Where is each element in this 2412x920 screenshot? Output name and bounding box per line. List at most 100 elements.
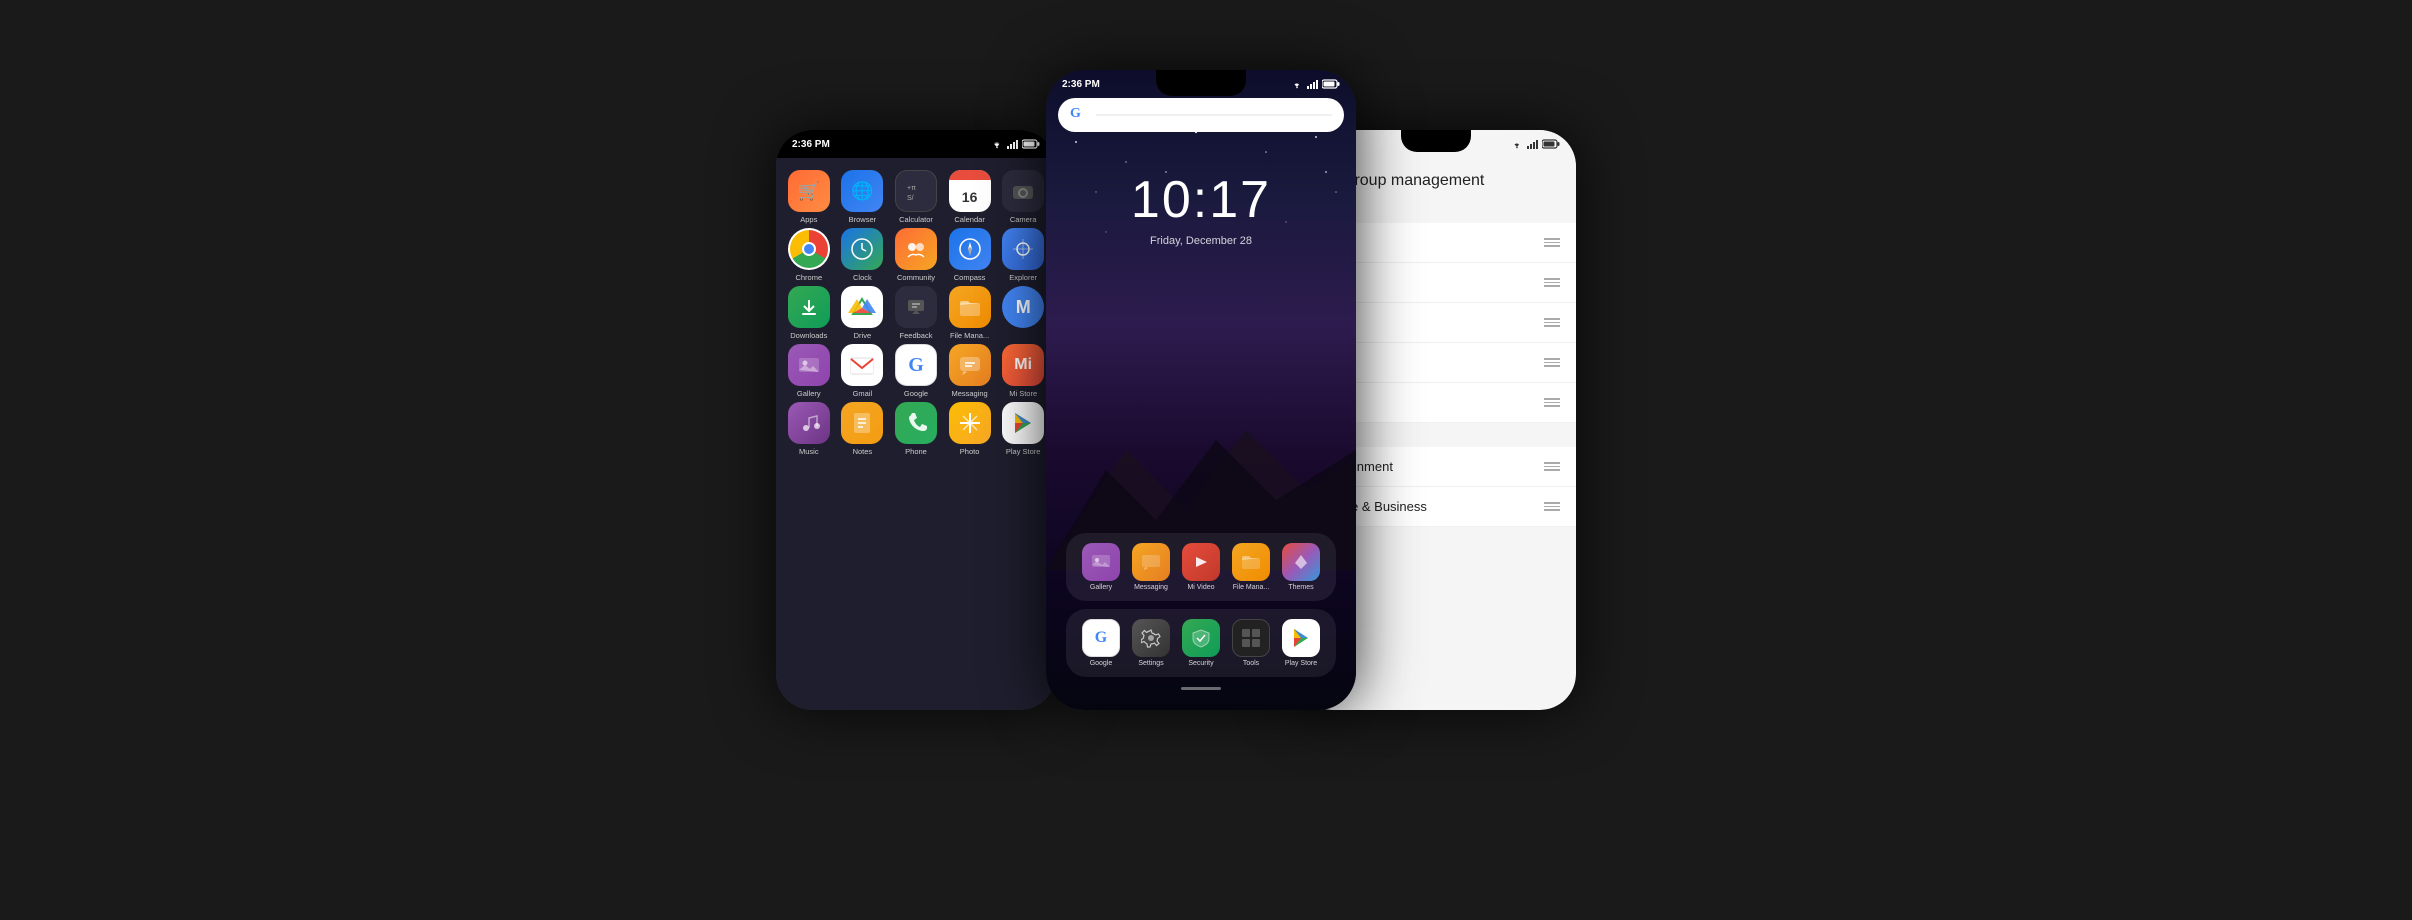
battery-icon-right [1542,139,1560,149]
app-label-phone: Phone [905,447,927,456]
lockscreen-dock: Gallery Messaging [1046,533,1356,690]
app-icon-clock [841,228,883,270]
app-item[interactable]: Music [784,402,834,456]
app-item[interactable]: 16 Calendar [945,170,995,224]
status-time-left: 2:36 PM [792,139,830,150]
dock-label-fileman: File Mana... [1233,584,1270,591]
app-label-downloads: Downloads [790,331,827,340]
app-label-gmail: Gmail [853,389,873,398]
battery-icon [1022,139,1040,149]
battery-icon-center [1322,79,1340,89]
signal-icon-right [1527,139,1539,149]
app-item[interactable]: M [998,286,1048,340]
app-icon-apps: 🛒 [788,170,830,212]
drag-handle-movie[interactable] [1544,358,1560,367]
wifi-icon-center [1290,79,1304,89]
dock-label-settings: Settings [1138,660,1163,667]
app-item[interactable]: 🛒 Apps [784,170,834,224]
app-item[interactable]: G Google [891,344,941,398]
app-label-music: Music [799,447,819,456]
app-item[interactable]: Messaging [945,344,995,398]
drag-handle-map[interactable] [1544,318,1560,327]
app-item[interactable]: Mi Mi Store [998,344,1048,398]
settings-title: Group management [1342,172,1484,190]
app-item[interactable]: Feedback [891,286,941,340]
app-icon-phone [895,402,937,444]
dock-tools[interactable]: Tools [1232,619,1270,667]
drag-handle-finance[interactable] [1544,502,1560,511]
phone-left: 2:36 PM [776,130,1056,710]
app-icon-drive [841,286,883,328]
dock-playstore[interactable]: Play Store [1282,619,1320,667]
app-label-gallery: Gallery [797,389,821,398]
app-label-drive: Drive [854,331,872,340]
app-icon-feedback [895,286,937,328]
app-label-playstore: Play Store [1006,447,1041,456]
dock-messaging[interactable]: Messaging [1132,543,1170,591]
app-icon-downloads [788,286,830,328]
search-bar-placeholder [1096,114,1332,116]
dock-label-security: Security [1188,660,1213,667]
dock-mivideo[interactable]: Mi Video [1182,543,1220,591]
status-icons-left [990,139,1040,149]
dock-settings[interactable]: Settings [1132,619,1170,667]
app-item[interactable]: Play Store [998,402,1048,456]
drag-handle-news[interactable] [1544,278,1560,287]
app-icon-messaging [949,344,991,386]
status-icons-center [1290,79,1340,89]
app-item[interactable]: 🌐 Browser [838,170,888,224]
signal-icon-center [1307,79,1319,89]
dock-label-playstore: Play Store [1285,660,1317,667]
drag-handle-entertainment[interactable] [1544,462,1560,471]
phones-container: 2:36 PM [806,50,1606,870]
wifi-icon-right [1510,139,1524,149]
app-icon-photo [949,402,991,444]
app-label-fileman: File Mana... [950,331,989,340]
dock-icon-messaging [1132,543,1170,581]
app-item[interactable]: Photo [945,402,995,456]
dock-icon-mivideo [1182,543,1220,581]
signal-icon [1007,139,1019,149]
drag-handle-book[interactable] [1544,398,1560,407]
dock-label-messaging: Messaging [1134,584,1168,591]
dock-fileman[interactable]: File Mana... [1232,543,1270,591]
dock-google[interactable]: G Google [1082,619,1120,667]
app-item[interactable]: Camera [998,170,1048,224]
app-item[interactable]: Compass [945,228,995,282]
google-search-bar[interactable]: G [1058,98,1344,132]
app-icon-camera [1002,170,1044,212]
app-item[interactable]: Drive [838,286,888,340]
app-icon-mistore: Mi [1002,344,1044,386]
dock-label-themes: Themes [1288,584,1313,591]
app-item[interactable]: Chrome [784,228,834,282]
app-item[interactable]: Clock [838,228,888,282]
notch-left [881,130,951,152]
app-item[interactable]: Downloads [784,286,834,340]
dock-gallery[interactable]: Gallery [1082,543,1120,591]
dock-themes[interactable]: Themes [1282,543,1320,591]
dock-label-mivideo: Mi Video [1187,584,1214,591]
center-screen: 2:36 PM [1046,70,1356,710]
app-label-calendar: Calendar [954,215,984,224]
dock-security[interactable]: Security [1182,619,1220,667]
app-icon-gmail [841,344,883,386]
app-item[interactable]: Notes [838,402,888,456]
app-label-apps: Apps [800,215,817,224]
app-label-feedback: Feedback [900,331,933,340]
app-item[interactable]: +π S/ Calculator [891,170,941,224]
app-label-explorer: Explorer [1009,273,1037,282]
phone-center: 2:36 PM [1046,70,1356,710]
app-label-chrome: Chrome [795,273,822,282]
dock-label-google: Google [1090,660,1113,667]
left-screen: 2:36 PM [776,130,1056,710]
app-item[interactable]: Phone [891,402,941,456]
app-item[interactable]: Community [891,228,941,282]
app-item[interactable]: File Mana... [945,286,995,340]
app-item[interactable]: Gmail [838,344,888,398]
app-icon-notes [841,402,883,444]
app-item[interactable]: Gallery [784,344,834,398]
drag-handle-game[interactable] [1544,238,1560,247]
app-icon-compass [949,228,991,270]
dock-label-gallery: Gallery [1090,584,1112,591]
app-item[interactable]: Explorer [998,228,1048,282]
